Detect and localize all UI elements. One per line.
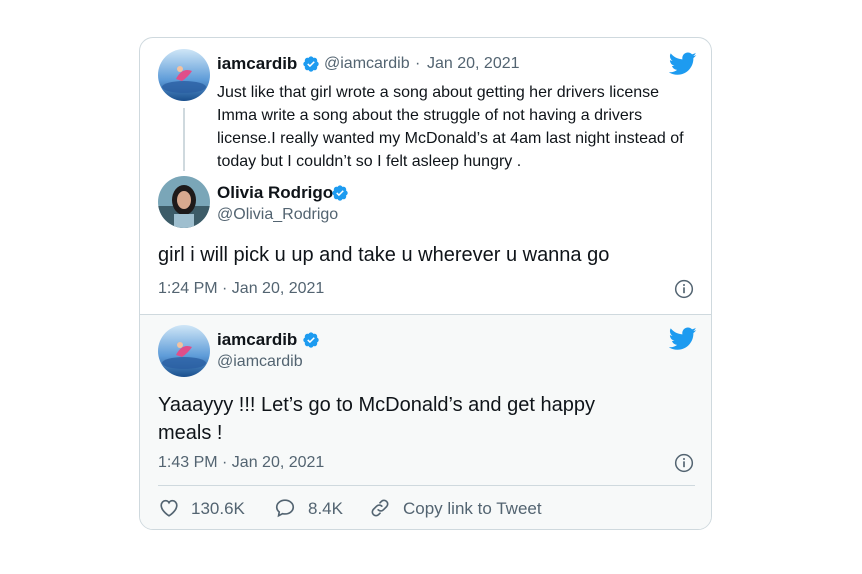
avatar-olivia-rodrigo[interactable] <box>158 176 210 228</box>
twitter-bird-icon[interactable] <box>669 52 697 76</box>
speech-bubble-icon[interactable] <box>274 497 296 519</box>
reply-tweet-text: girl i will pick u up and take u whereve… <box>158 244 610 266</box>
quoted-date[interactable]: Jan 20, 2021 <box>427 55 520 73</box>
reply-count[interactable]: 8.4K <box>308 499 343 519</box>
reply-handle[interactable]: @Olivia_Rodrigo <box>217 206 338 224</box>
twitter-bird-icon[interactable] <box>669 327 697 351</box>
tweet-embed-card: iamcardib @iamcardib · Jan 20, 2021 Just… <box>139 37 712 530</box>
copy-link-button[interactable]: Copy link to Tweet <box>403 499 542 519</box>
actions-divider <box>158 485 695 486</box>
main-author-name[interactable]: iamcardib <box>217 330 297 350</box>
link-icon[interactable] <box>369 497 391 519</box>
like-count[interactable]: 130.6K <box>191 499 245 519</box>
quoted-separator: · <box>415 55 421 72</box>
main-tweet-section: iamcardib @iamcardib Yaaayyy !!! Let’s g… <box>140 314 711 529</box>
main-handle[interactable]: @iamcardib <box>217 353 303 371</box>
reply-timestamp[interactable]: 1:24 PM · Jan 20, 2021 <box>158 280 324 298</box>
verified-badge-icon <box>303 332 319 348</box>
heart-icon[interactable] <box>158 497 180 519</box>
info-icon[interactable] <box>674 279 694 299</box>
thread-line <box>183 108 185 171</box>
info-icon[interactable] <box>674 453 694 473</box>
avatar-iamcardib[interactable] <box>158 325 210 377</box>
reply-author-name[interactable]: Olivia Rodrigo <box>217 183 333 203</box>
main-tweet-text: Yaaayyy !!! Let’s go to McDonald’s and g… <box>158 394 595 444</box>
main-timestamp[interactable]: 1:43 PM · Jan 20, 2021 <box>158 454 324 472</box>
avatar-iamcardib[interactable] <box>158 49 210 101</box>
verified-badge-icon <box>303 56 319 72</box>
quoted-author-name[interactable]: iamcardib <box>217 54 297 74</box>
verified-badge-icon <box>332 185 348 201</box>
quoted-tweet-text: Just like that girl wrote a song about g… <box>217 84 684 170</box>
quoted-handle[interactable]: @iamcardib <box>324 55 410 73</box>
